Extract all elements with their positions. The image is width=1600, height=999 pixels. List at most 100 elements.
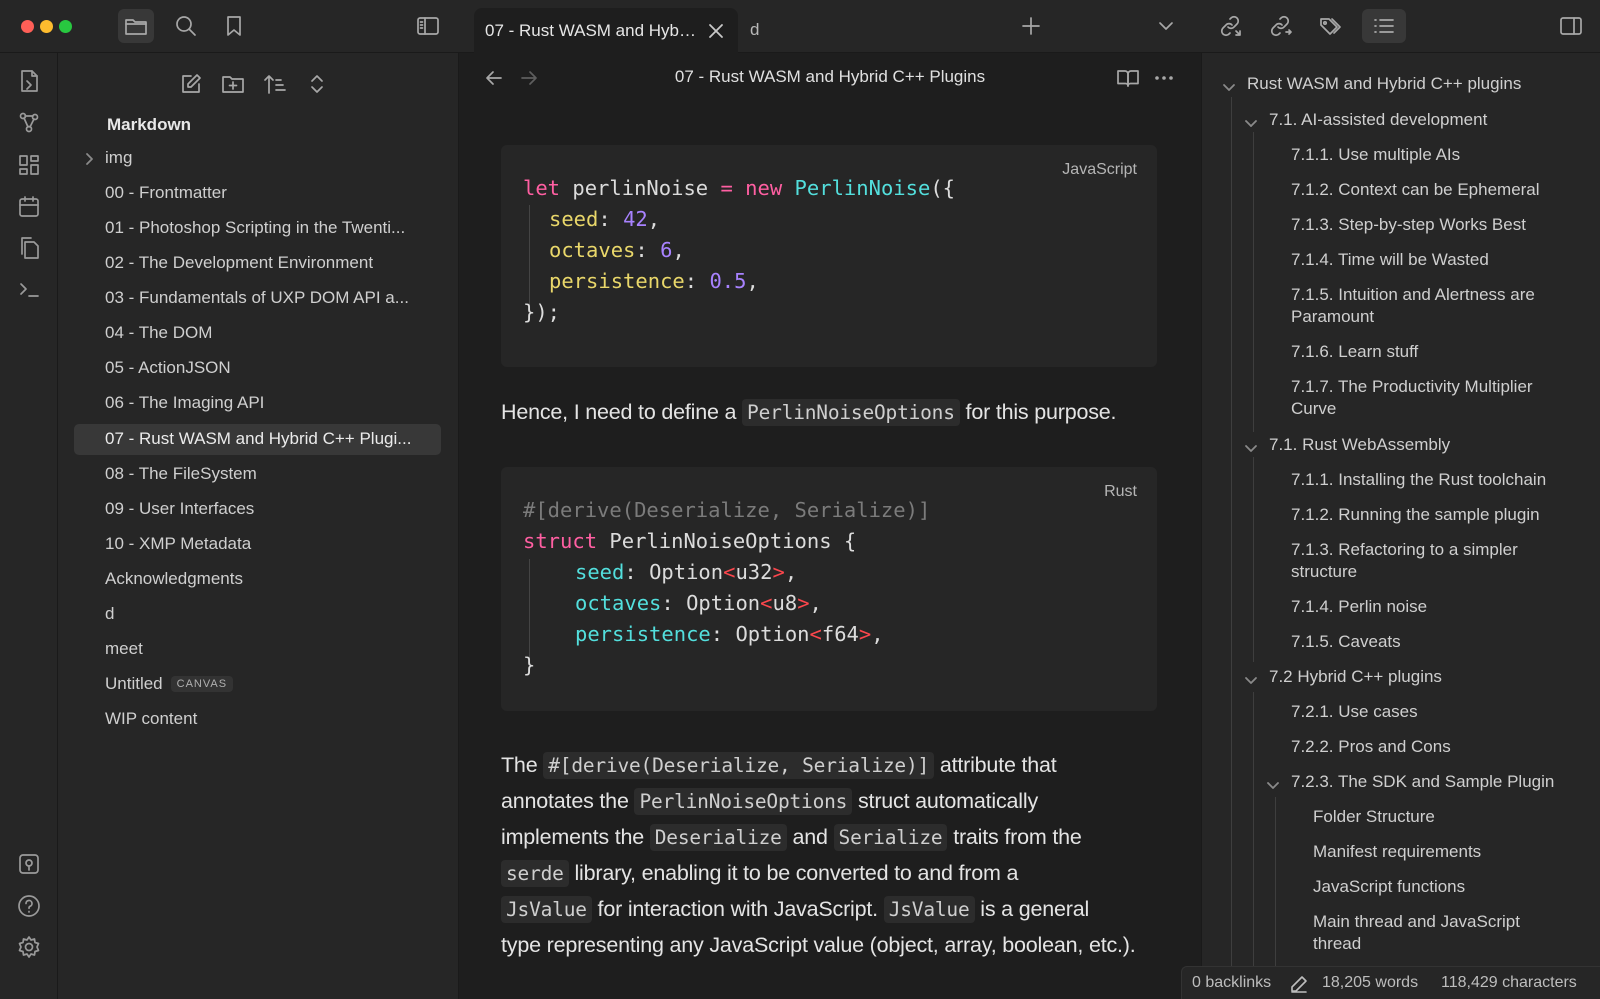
file-item[interactable]: d xyxy=(74,599,441,630)
outline-item-h3[interactable]: 7.1.4. Perlin noise xyxy=(1291,596,1427,618)
command-palette-icon[interactable] xyxy=(15,275,43,303)
tab-d[interactable]: d xyxy=(750,20,759,40)
outline-item-h4[interactable]: JavaScript functions xyxy=(1313,876,1465,898)
file-label: img xyxy=(105,148,133,167)
bookmark-icon[interactable] xyxy=(216,9,252,43)
search-icon[interactable] xyxy=(168,9,204,43)
file-label: 01 - Photoshop Scripting in the Twenti..… xyxy=(105,218,406,237)
inline-code: serde xyxy=(501,860,569,887)
file-item[interactable]: meet xyxy=(74,634,441,665)
chevron-down-icon[interactable] xyxy=(1244,441,1258,459)
file-item[interactable]: 01 - Photoshop Scripting in the Twenti..… xyxy=(74,213,441,244)
collapse-all-icon[interactable] xyxy=(302,69,332,99)
file-item[interactable]: 09 - User Interfaces xyxy=(74,494,441,525)
file-label: meet xyxy=(105,639,143,658)
vault-switch-icon[interactable] xyxy=(15,850,43,878)
outgoing-links-icon[interactable] xyxy=(1263,9,1299,43)
outline-item-h3[interactable]: 7.1.1. Use multiple AIs xyxy=(1291,144,1460,166)
new-folder-icon[interactable] xyxy=(218,69,248,99)
outline-item-h3[interactable]: 7.2.1. Use cases xyxy=(1291,701,1418,723)
code-line: #[derive(Deserialize, Serialize)] xyxy=(523,498,931,522)
folder-icon[interactable] xyxy=(118,9,154,43)
tags-icon[interactable] xyxy=(1312,9,1348,43)
file-item[interactable]: 10 - XMP Metadata xyxy=(74,529,441,560)
graph-view-icon[interactable] xyxy=(15,109,43,137)
chevron-down-icon[interactable] xyxy=(1266,778,1280,796)
file-item[interactable]: WIP content xyxy=(74,704,441,735)
file-item[interactable]: 05 - ActionJSON xyxy=(74,353,441,384)
file-item[interactable]: 03 - Fundamentals of UXP DOM API a... xyxy=(74,283,441,314)
outline-icon[interactable] xyxy=(1362,9,1406,43)
paragraph-line: The #[derive(Deserialize, Serialize)] at… xyxy=(501,752,1057,779)
sidebar-toggle-icon[interactable] xyxy=(410,9,446,43)
window-minimize-button[interactable] xyxy=(40,20,53,33)
open-quick-switcher-icon[interactable] xyxy=(15,67,43,95)
outline-item-h3[interactable]: 7.1.2. Running the sample plugin xyxy=(1291,504,1540,526)
outline-item-h3[interactable]: 7.1.7. The Productivity Multiplier Curve xyxy=(1291,376,1533,420)
right-sidebar-toggle-icon[interactable] xyxy=(1553,9,1589,43)
templates-icon[interactable] xyxy=(15,234,43,262)
outline-item-h2[interactable]: 7.2 Hybrid C++ plugins xyxy=(1269,666,1442,688)
outline-item-h3[interactable]: 7.1.6. Learn stuff xyxy=(1291,341,1418,363)
file-item-selected[interactable]: 07 - Rust WASM and Hybrid C++ Plugi... xyxy=(74,424,441,455)
canvas-badge: CANVAS xyxy=(170,676,234,692)
outline-item-h4[interactable]: Main thread and JavaScript thread xyxy=(1313,911,1520,955)
tab-close-icon[interactable] xyxy=(708,23,724,44)
inline-code: Serialize xyxy=(833,824,948,851)
window-close-button[interactable] xyxy=(21,20,34,33)
paragraph-line: JsValue for interaction with JavaScript.… xyxy=(501,896,1089,923)
tab-active[interactable]: 07 - Rust WASM and Hyb… xyxy=(474,8,738,53)
tab-list-chevron-icon[interactable] xyxy=(1148,9,1184,43)
chevron-down-icon[interactable] xyxy=(1222,80,1236,98)
window-zoom-button[interactable] xyxy=(59,20,72,33)
chevron-down-icon[interactable] xyxy=(1244,116,1258,134)
outline-item-h3[interactable]: 7.1.3. Refactoring to a simpler structure xyxy=(1291,539,1518,583)
outline-rail xyxy=(1231,97,1232,999)
new-note-icon[interactable] xyxy=(176,69,206,99)
indent-guide xyxy=(529,559,530,665)
outline-item-h3[interactable]: 7.1.5. Caveats xyxy=(1291,631,1401,653)
file-item[interactable]: 02 - The Development Environment xyxy=(74,248,441,279)
file-item[interactable]: Acknowledgments xyxy=(74,564,441,595)
chevron-right-icon[interactable] xyxy=(84,152,96,171)
backlinks-icon[interactable] xyxy=(1213,9,1249,43)
vault-name[interactable]: Markdown xyxy=(107,115,191,135)
outline-item-h3[interactable]: 7.2.3. The SDK and Sample Plugin xyxy=(1291,771,1554,793)
paragraph-line: implements the Deserialize and Serialize… xyxy=(501,824,1082,851)
more-options-icon[interactable] xyxy=(1151,65,1177,91)
outline-item-h3[interactable]: 7.1.1. Installing the Rust toolchain xyxy=(1291,469,1546,491)
file-item[interactable]: 00 - Frontmatter xyxy=(74,178,441,209)
canvas-icon[interactable] xyxy=(15,151,43,179)
folder-item-img[interactable]: img xyxy=(74,143,441,174)
file-item[interactable]: 06 - The Imaging API xyxy=(74,388,441,419)
outline-item-h1[interactable]: Rust WASM and Hybrid C++ plugins xyxy=(1247,73,1521,95)
outline-item-h3[interactable]: 7.2.2. Pros and Cons xyxy=(1291,736,1451,758)
inline-code: PerlinNoiseOptions xyxy=(742,399,960,426)
backlinks-count[interactable]: 0 backlinks xyxy=(1192,974,1271,992)
sort-icon[interactable] xyxy=(260,69,290,99)
indent-guide xyxy=(529,205,530,311)
file-item[interactable]: 04 - The DOM xyxy=(74,318,441,349)
daily-note-icon[interactable] xyxy=(15,193,43,221)
outline-item-h3[interactable]: 7.1.2. Context can be Ephemeral xyxy=(1291,179,1540,201)
word-count: 18,205 words xyxy=(1322,974,1419,991)
settings-icon[interactable] xyxy=(15,933,43,961)
outline-item-h3[interactable]: 7.1.3. Step-by-step Works Best xyxy=(1291,214,1526,236)
file-explorer: Markdown img 00 - Frontmatter 01 - Photo… xyxy=(58,53,459,999)
chevron-down-icon[interactable] xyxy=(1244,673,1258,691)
outline-item-h2[interactable]: 7.1. AI-assisted development xyxy=(1269,109,1487,131)
outline-item-h4[interactable]: Manifest requirements xyxy=(1313,841,1481,863)
paragraph: Hence, I need to define a PerlinNoiseOpt… xyxy=(501,399,1117,426)
reading-view-icon[interactable] xyxy=(1115,65,1141,91)
file-item[interactable]: Untitled CANVAS xyxy=(74,669,441,700)
file-label: d xyxy=(105,604,115,623)
file-item[interactable]: 08 - The FileSystem xyxy=(74,459,441,490)
note-title[interactable]: 07 - Rust WASM and Hybrid C++ Plugins xyxy=(459,67,1201,87)
outline-item-h3[interactable]: 7.1.4. Time will be Wasted xyxy=(1291,249,1489,271)
outline-item-h2[interactable]: 7.1. Rust WebAssembly xyxy=(1269,434,1450,456)
outline-item-h4[interactable]: Folder Structure xyxy=(1313,806,1435,828)
new-tab-icon[interactable] xyxy=(1013,9,1049,43)
help-icon[interactable] xyxy=(15,892,43,920)
outline-item-h3[interactable]: 7.1.5. Intuition and Alertness are Paramo… xyxy=(1291,284,1535,328)
edit-pencil-icon[interactable] xyxy=(1290,975,1308,998)
